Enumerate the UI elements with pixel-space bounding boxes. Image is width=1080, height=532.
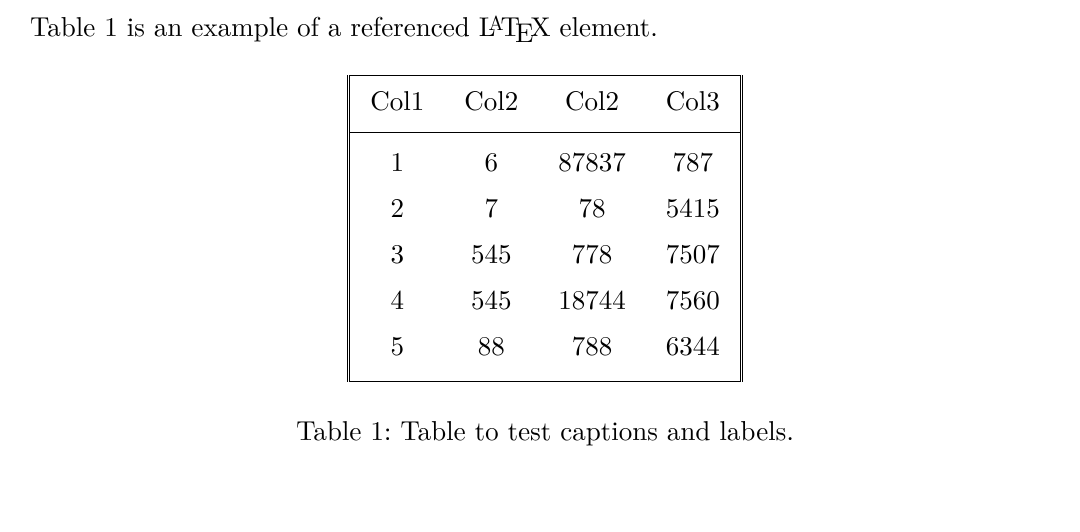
- intro-text-before: Table 1 is an example of a referenced: [30, 6, 479, 44]
- table-cell: 5415: [646, 183, 742, 229]
- table-cell: 3: [349, 229, 445, 275]
- table-header-cell: Col3: [646, 76, 742, 133]
- latex-logo: LATEX: [479, 8, 551, 49]
- table-row: 1 6 87837 787: [349, 133, 742, 184]
- table-cell: 6: [444, 133, 538, 184]
- table-header-cell: Col2: [538, 76, 646, 133]
- table-row: 2 7 78 5415: [349, 183, 742, 229]
- table-cell: 1: [349, 133, 445, 184]
- table-caption: Table 1: Table to test captions and labe…: [296, 410, 794, 448]
- table-row: 5 88 788 6344: [349, 321, 742, 382]
- table-container: Col1 Col2 Col2 Col3 1 6 87837 787 2 7 78…: [30, 75, 1060, 382]
- latex-X: X: [530, 6, 550, 44]
- table-header-cell: Col2: [444, 76, 538, 133]
- table-cell: 18744: [538, 275, 646, 321]
- table-cell: 7: [444, 183, 538, 229]
- table-row: 4 545 18744 7560: [349, 275, 742, 321]
- intro-paragraph: Table 1 is an example of a referenced LA…: [30, 8, 1060, 49]
- table-cell: 545: [444, 229, 538, 275]
- table-cell: 2: [349, 183, 445, 229]
- caption-container: Table 1: Table to test captions and labe…: [30, 410, 1060, 448]
- table-cell: 78: [538, 183, 646, 229]
- table-cell: 6344: [646, 321, 742, 382]
- intro-text-after: element.: [551, 6, 658, 44]
- table-cell: 7560: [646, 275, 742, 321]
- table-cell: 88: [444, 321, 538, 382]
- table-cell: 787: [646, 133, 742, 184]
- table-cell: 87837: [538, 133, 646, 184]
- table-header-row: Col1 Col2 Col2 Col3: [349, 76, 742, 133]
- table-cell: 4: [349, 275, 445, 321]
- table-cell: 545: [444, 275, 538, 321]
- table-header-cell: Col1: [349, 76, 445, 133]
- data-table: Col1 Col2 Col2 Col3 1 6 87837 787 2 7 78…: [347, 75, 743, 382]
- table-cell: 5: [349, 321, 445, 382]
- table-cell: 788: [538, 321, 646, 382]
- table-cell: 7507: [646, 229, 742, 275]
- table-cell: 778: [538, 229, 646, 275]
- table-row: 3 545 778 7507: [349, 229, 742, 275]
